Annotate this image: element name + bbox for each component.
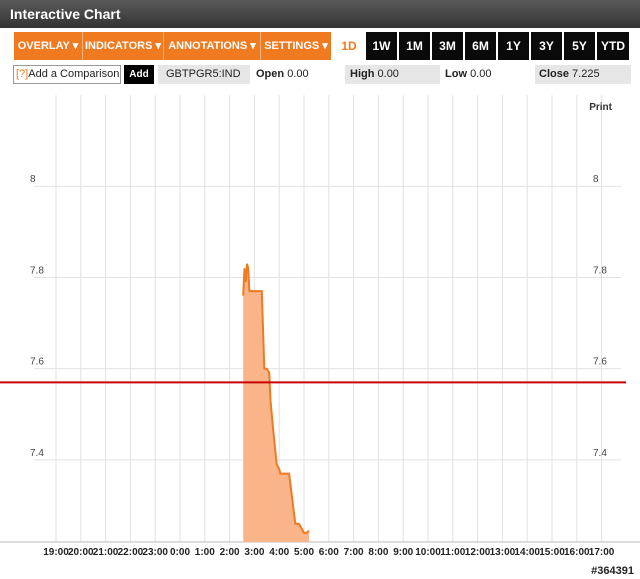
y-tick-label-left: 7.4	[30, 448, 44, 459]
help-icon[interactable]: [?]	[16, 68, 28, 80]
x-tick-label: 4:00	[269, 547, 289, 558]
range-1y-button[interactable]: 1Y	[498, 32, 529, 60]
range-3m-button[interactable]: 3M	[432, 32, 463, 60]
high-stat: High 0.00	[345, 65, 440, 84]
y-tick-label-left: 8	[30, 174, 36, 185]
x-tick-label: 7:00	[344, 547, 364, 558]
open-value: 0.00	[287, 68, 309, 80]
print-button[interactable]: Print	[589, 102, 612, 113]
range-1m-button[interactable]: 1M	[399, 32, 430, 60]
settings-menu-button[interactable]: SETTINGS ▾	[261, 32, 331, 60]
comparison-input[interactable]: [?]Add a Comparison	[13, 65, 121, 84]
overlay-menu-button[interactable]: OVERLAY ▾	[14, 32, 83, 60]
open-stat: Open 0.00	[256, 65, 338, 84]
high-value: 0.00	[377, 68, 399, 80]
y-tick-label-right: 7.4	[593, 448, 607, 459]
price-area-fill	[243, 263, 309, 542]
x-tick-label: 0:00	[170, 547, 190, 558]
x-tick-label: 15:00	[539, 547, 565, 558]
image-watermark: #364391	[591, 565, 634, 577]
open-label: Open	[256, 68, 285, 80]
x-tick-label: 17:00	[589, 547, 615, 558]
x-tick-label: 11:00	[440, 547, 465, 558]
y-tick-label-left: 7.8	[30, 265, 44, 276]
close-stat: Close 7.225	[535, 65, 631, 84]
y-tick-label-right: 8	[593, 174, 599, 185]
annotations-menu-button[interactable]: ANNOTATIONS ▾	[164, 32, 261, 60]
x-tick-label: 12:00	[465, 547, 491, 558]
x-tick-label: 22:00	[118, 547, 144, 558]
add-comparison-button[interactable]: Add	[124, 65, 154, 84]
x-tick-label: 13:00	[490, 547, 516, 558]
low-label: Low	[445, 68, 467, 80]
comparison-placeholder: Add a Comparison	[28, 68, 120, 80]
x-tick-label: 16:00	[564, 547, 590, 558]
x-tick-label: 10:00	[415, 547, 441, 558]
range-5y-button[interactable]: 5Y	[564, 32, 595, 60]
price-chart[interactable]: 19:00 20:00 21:00 22:00 23:00 0:00 1:00 2:00 3:0…	[0, 90, 640, 560]
range-ytd-button[interactable]: YTD	[597, 32, 629, 60]
window-title: Interactive Chart	[10, 6, 121, 22]
range-6m-button[interactable]: 6M	[465, 32, 496, 60]
close-label: Close	[539, 68, 569, 80]
x-tick-label: 19:00	[43, 547, 69, 558]
x-tick-label: 1:00	[195, 547, 215, 558]
x-tick-label: 14:00	[514, 547, 540, 558]
low-stat: Low 0.00	[445, 65, 530, 84]
x-tick-label: 3:00	[244, 547, 264, 558]
x-tick-label: 5:00	[294, 547, 314, 558]
x-tick-label: 20:00	[68, 547, 94, 558]
x-tick-label: 23:00	[142, 547, 168, 558]
indicators-menu-button[interactable]: INDICATORS ▾	[83, 32, 164, 60]
price-chart-svg: 19:00 20:00 21:00 22:00 23:00 0:00 1:00 2:00 3:0…	[0, 95, 640, 558]
x-tick-label: 21:00	[93, 547, 119, 558]
range-1d-button[interactable]: 1D	[334, 32, 364, 60]
x-tick-label: 8:00	[368, 547, 388, 558]
low-value: 0.00	[470, 68, 492, 80]
ticker-label: GBTPGR5:IND	[158, 65, 250, 84]
range-1w-button[interactable]: 1W	[366, 32, 397, 60]
x-tick-label: 6:00	[319, 547, 339, 558]
high-label: High	[350, 68, 375, 80]
y-tick-label-right: 7.8	[593, 265, 607, 276]
close-value: 7.225	[572, 68, 600, 80]
x-tick-label: 9:00	[393, 547, 413, 558]
range-3y-button[interactable]: 3Y	[531, 32, 562, 60]
x-tick-label: 2:00	[220, 547, 240, 558]
quote-bar: [?]Add a Comparison Add GBTPGR5:IND Open…	[0, 64, 640, 86]
y-tick-label-right: 7.6	[593, 357, 607, 368]
window-titlebar: Interactive Chart	[0, 0, 640, 28]
y-tick-label-left: 7.6	[30, 357, 44, 368]
